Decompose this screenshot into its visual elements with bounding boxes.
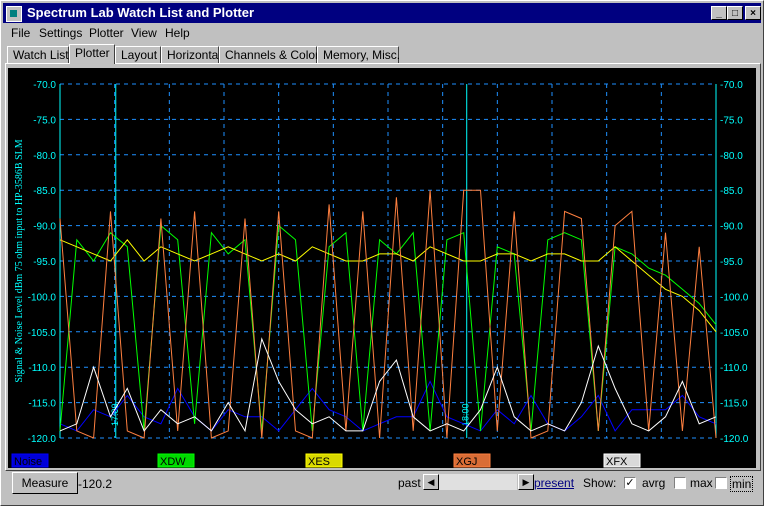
y-tick-label-right: -95.0: [720, 257, 743, 268]
scroll-right-button[interactable]: ▶: [518, 474, 534, 490]
menu-plotter[interactable]: Plotter: [89, 26, 124, 40]
tab-memory-misc[interactable]: Memory, Misc.: [317, 46, 400, 63]
menu-bar: File Settings Plotter View Help: [3, 24, 761, 42]
past-label: past: [398, 476, 421, 490]
scroll-left-button[interactable]: ◀: [423, 474, 439, 490]
y-tick-label-right: -85.0: [720, 186, 743, 197]
y-tick-label-right: -75.0: [720, 115, 743, 126]
time-scrollbar-track[interactable]: [439, 474, 517, 490]
plot-area[interactable]: -70.0 -70.0 -75.0 -75.0 -80.0 -80.0 -85.0 -85.0…: [8, 68, 756, 468]
tab-plotter[interactable]: Plotter: [69, 44, 115, 64]
app-icon[interactable]: [6, 6, 22, 22]
y-tick-label-left: -100.0: [28, 292, 57, 303]
y-axis-label: Signal & Noise Level dBm 75 ohm input to…: [14, 139, 25, 382]
y-tick-label-left: -110.0: [28, 363, 56, 374]
y-tick-label-left: -95.0: [33, 257, 56, 268]
legend-label: XGJ: [456, 456, 477, 468]
avrg-checkbox[interactable]: ✓: [624, 477, 636, 489]
legend-label: XFX: [606, 456, 628, 468]
y-tick-label-left: -85.0: [33, 186, 56, 197]
max-checkbox[interactable]: [674, 477, 686, 489]
menu-settings[interactable]: Settings: [39, 26, 82, 40]
menu-view[interactable]: View: [131, 26, 157, 40]
present-link[interactable]: present: [534, 476, 574, 490]
y-tick-label-left: -80.0: [33, 151, 56, 162]
avrg-label: avrg: [642, 476, 666, 490]
legend-label: XDW: [160, 456, 186, 468]
close-button[interactable]: ×: [745, 6, 761, 20]
menu-file[interactable]: File: [11, 26, 30, 40]
maximize-button[interactable]: □: [727, 6, 743, 20]
y-tick-label-right: -120.0: [720, 434, 749, 445]
y-tick-label-left: -105.0: [28, 328, 57, 339]
y-tick-label-left: -115.0: [28, 399, 56, 410]
y-tick-label-right: -105.0: [720, 328, 749, 339]
min-label: min: [730, 476, 754, 492]
tab-channels-colors[interactable]: Channels & Colors: [219, 46, 325, 63]
y-tick-label-left: -90.0: [33, 222, 56, 233]
tab-horizontal[interactable]: Horizontal: [161, 46, 221, 63]
tab-watch-list[interactable]: Watch List: [7, 46, 69, 63]
time-marker-label: 18:00: [461, 403, 471, 426]
y-tick-label-right: -115.0: [720, 399, 748, 410]
y-tick-label-left: -75.0: [33, 115, 56, 126]
tab-layout[interactable]: Layout: [115, 46, 161, 63]
window-title: Spectrum Lab Watch List and Plotter: [27, 5, 255, 20]
status-bar: Measure -120.2 past ◀ ▶ present Show: ✓ …: [8, 472, 756, 496]
series-line-xfx: [59, 337, 717, 433]
series-line-xgj: [59, 189, 717, 439]
y-tick-label-right: -80.0: [720, 151, 743, 162]
measure-button[interactable]: Measure: [12, 472, 78, 494]
legend-label: XES: [308, 456, 330, 468]
title-bar[interactable]: Spectrum Lab Watch List and Plotter _ □ …: [3, 3, 761, 23]
minimize-button[interactable]: _: [711, 6, 727, 20]
show-label: Show:: [583, 476, 617, 490]
y-tick-label-right: -110.0: [720, 363, 748, 374]
y-tick-label-right: -100.0: [720, 292, 749, 303]
spectrum-chart[interactable]: -70.0 -70.0 -75.0 -75.0 -80.0 -80.0 -85.0 -85.0…: [8, 68, 756, 468]
min-checkbox[interactable]: [715, 477, 727, 489]
y-tick-label-left: -70.0: [33, 80, 56, 91]
measure-value: -120.2: [78, 477, 113, 491]
legend-label: Noise: [14, 456, 42, 468]
max-label: max: [690, 476, 713, 490]
y-tick-label-right: -70.0: [720, 80, 743, 91]
y-tick-label-left: -120.0: [28, 434, 57, 445]
y-tick-label-right: -90.0: [720, 222, 743, 233]
menu-help[interactable]: Help: [165, 26, 190, 40]
